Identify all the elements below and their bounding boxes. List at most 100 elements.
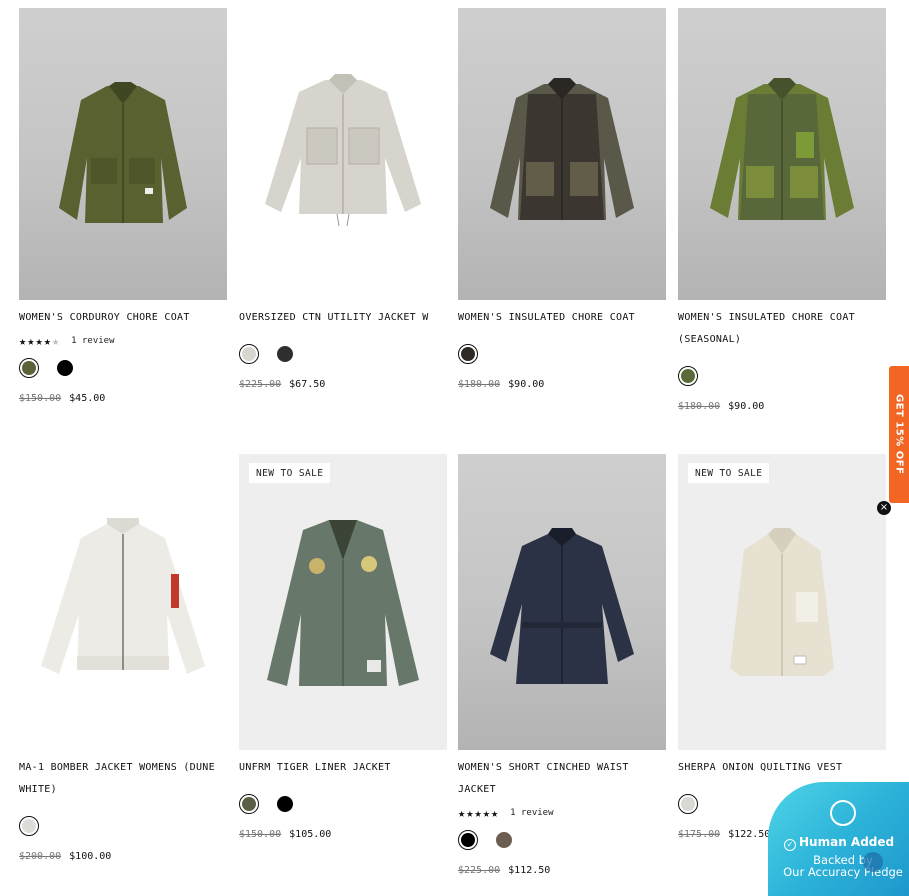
color-swatch[interactable] xyxy=(678,794,698,814)
product-image[interactable]: NEW TO SALE xyxy=(239,454,447,750)
original-price: $180.00 xyxy=(458,379,501,390)
product-title[interactable]: WOMEN'S INSULATED CHORE COAT xyxy=(458,307,666,329)
new-to-sale-badge: NEW TO SALE xyxy=(688,463,770,483)
star-icon: ★ xyxy=(27,334,35,348)
star-icon: ★ xyxy=(35,334,43,348)
product-card[interactable]: NEW TO SALE UNFRM TIGER LINER JACKET $15… xyxy=(239,454,447,840)
product-title[interactable]: WOMEN'S SHORT CINCHED WAIST JACKET xyxy=(458,757,666,801)
sale-price: $112.50 xyxy=(508,865,551,876)
star-icon: ★ xyxy=(458,806,466,820)
product-card[interactable]: WOMEN'S CORDUROY CHORE COAT ★ ★ ★ ★ ★ 1 … xyxy=(19,8,227,404)
cinched-jacket-image xyxy=(490,528,634,684)
color-swatch[interactable] xyxy=(239,344,259,364)
color-swatch[interactable] xyxy=(55,358,75,378)
color-swatch[interactable] xyxy=(19,358,39,378)
accuracy-pledge-badge[interactable]: ✓ Human Added Backed by Our Accuracy Pled… xyxy=(768,782,909,896)
product-card[interactable]: OVERSIZED CTN UTILITY JACKET W $225.00 $… xyxy=(239,8,447,390)
product-image[interactable] xyxy=(458,8,666,300)
sale-price: $90.00 xyxy=(728,401,765,412)
product-title[interactable]: WOMEN'S INSULATED CHORE COAT (SEASONAL) xyxy=(678,307,886,351)
product-image[interactable] xyxy=(239,8,447,300)
price: $200.00 $100.00 xyxy=(19,851,227,862)
badge-subtitle-2: Our Accuracy Pledge xyxy=(783,865,903,879)
original-price: $180.00 xyxy=(678,401,721,412)
sale-price: $122.50 xyxy=(728,829,771,840)
review-count[interactable]: 1 review xyxy=(510,808,553,818)
sale-price: $100.00 xyxy=(69,851,112,862)
price: $180.00 $90.00 xyxy=(458,379,666,390)
original-price: $225.00 xyxy=(458,865,501,876)
price: $225.00 $67.50 xyxy=(239,379,447,390)
star-icon: ★ xyxy=(19,334,27,348)
color-swatch[interactable] xyxy=(275,794,295,814)
sale-price: $67.50 xyxy=(289,379,326,390)
color-swatch[interactable] xyxy=(239,794,259,814)
product-title[interactable]: UNFRM TIGER LINER JACKET xyxy=(239,757,447,779)
color-swatches xyxy=(19,357,227,379)
color-swatch[interactable] xyxy=(494,830,514,850)
product-card[interactable]: WOMEN'S INSULATED CHORE COAT $180.00 $90… xyxy=(458,8,666,390)
tiger-liner-image xyxy=(267,520,419,686)
utility-jacket-image xyxy=(265,74,421,227)
chat-bubble-icon[interactable] xyxy=(863,852,883,872)
color-swatch[interactable] xyxy=(458,830,478,850)
star-icon: ★ xyxy=(490,806,499,820)
color-swatch[interactable] xyxy=(19,816,39,836)
discount-side-tab[interactable]: GET 15% OFF xyxy=(889,366,909,503)
star-rating: ★ ★ ★ ★ ★ xyxy=(19,335,59,347)
color-swatch[interactable] xyxy=(275,344,295,364)
corduroy-coat-image xyxy=(59,82,187,223)
original-price: $225.00 xyxy=(239,379,282,390)
discount-label: GET 15% OFF xyxy=(893,394,905,475)
product-image[interactable] xyxy=(19,454,227,750)
color-swatches xyxy=(458,829,666,851)
sale-price: $45.00 xyxy=(69,393,106,404)
sale-price: $90.00 xyxy=(508,379,545,390)
star-icon: ★ xyxy=(51,334,60,348)
new-to-sale-badge: NEW TO SALE xyxy=(249,463,331,483)
badge-title: Human Added xyxy=(799,835,895,849)
color-swatches xyxy=(678,365,886,387)
color-swatches xyxy=(19,815,227,837)
color-swatch[interactable] xyxy=(458,344,478,364)
star-icon: ★ xyxy=(482,806,490,820)
badge-title-row: ✓ Human Added xyxy=(784,835,894,851)
rating[interactable]: ★ ★ ★ ★ ★ 1 review xyxy=(19,330,227,352)
check-icon: ✓ xyxy=(784,839,796,851)
product-image[interactable] xyxy=(678,8,886,300)
price: $225.00 $112.50 xyxy=(458,865,666,876)
product-card[interactable]: WOMEN'S SHORT CINCHED WAIST JACKET ★ ★ ★… xyxy=(458,454,666,876)
color-swatches xyxy=(239,793,447,815)
star-icon: ★ xyxy=(43,334,51,348)
star-icon: ★ xyxy=(474,806,482,820)
product-image[interactable]: NEW TO SALE xyxy=(678,454,886,750)
product-card[interactable]: MA-1 BOMBER JACKET WOMENS (DUNE WHITE) $… xyxy=(19,454,227,862)
review-count[interactable]: 1 review xyxy=(71,336,114,346)
original-price: $150.00 xyxy=(19,393,62,404)
color-swatches xyxy=(239,343,447,365)
bomber-jacket-image xyxy=(41,518,205,674)
price: $150.00 $105.00 xyxy=(239,829,447,840)
product-image[interactable] xyxy=(458,454,666,750)
product-title[interactable]: MA-1 BOMBER JACKET WOMENS (DUNE WHITE) xyxy=(19,757,227,801)
shield-icon xyxy=(830,800,856,826)
product-card[interactable]: WOMEN'S INSULATED CHORE COAT (SEASONAL) … xyxy=(678,8,886,412)
badge-subtitle: Backed by Our Accuracy Pledge xyxy=(768,854,909,878)
close-icon[interactable]: × xyxy=(877,501,891,515)
rating[interactable]: ★ ★ ★ ★ ★ 1 review xyxy=(458,802,666,824)
sherpa-vest-image xyxy=(730,528,834,676)
color-swatch[interactable] xyxy=(678,366,698,386)
product-image[interactable] xyxy=(19,8,227,300)
product-title[interactable]: SHERPA ONION QUILTING VEST xyxy=(678,757,886,779)
price: $180.00 $90.00 xyxy=(678,401,886,412)
product-title[interactable]: WOMEN'S CORDUROY CHORE COAT xyxy=(19,307,227,329)
color-swatches xyxy=(458,343,666,365)
original-price: $150.00 xyxy=(239,829,282,840)
seasonal-coat-image xyxy=(710,78,854,220)
star-icon: ★ xyxy=(466,806,474,820)
original-price: $200.00 xyxy=(19,851,62,862)
product-title[interactable]: OVERSIZED CTN UTILITY JACKET W xyxy=(239,307,447,329)
price: $150.00 $45.00 xyxy=(19,393,227,404)
insulated-coat-image xyxy=(490,78,634,220)
original-price: $175.00 xyxy=(678,829,721,840)
